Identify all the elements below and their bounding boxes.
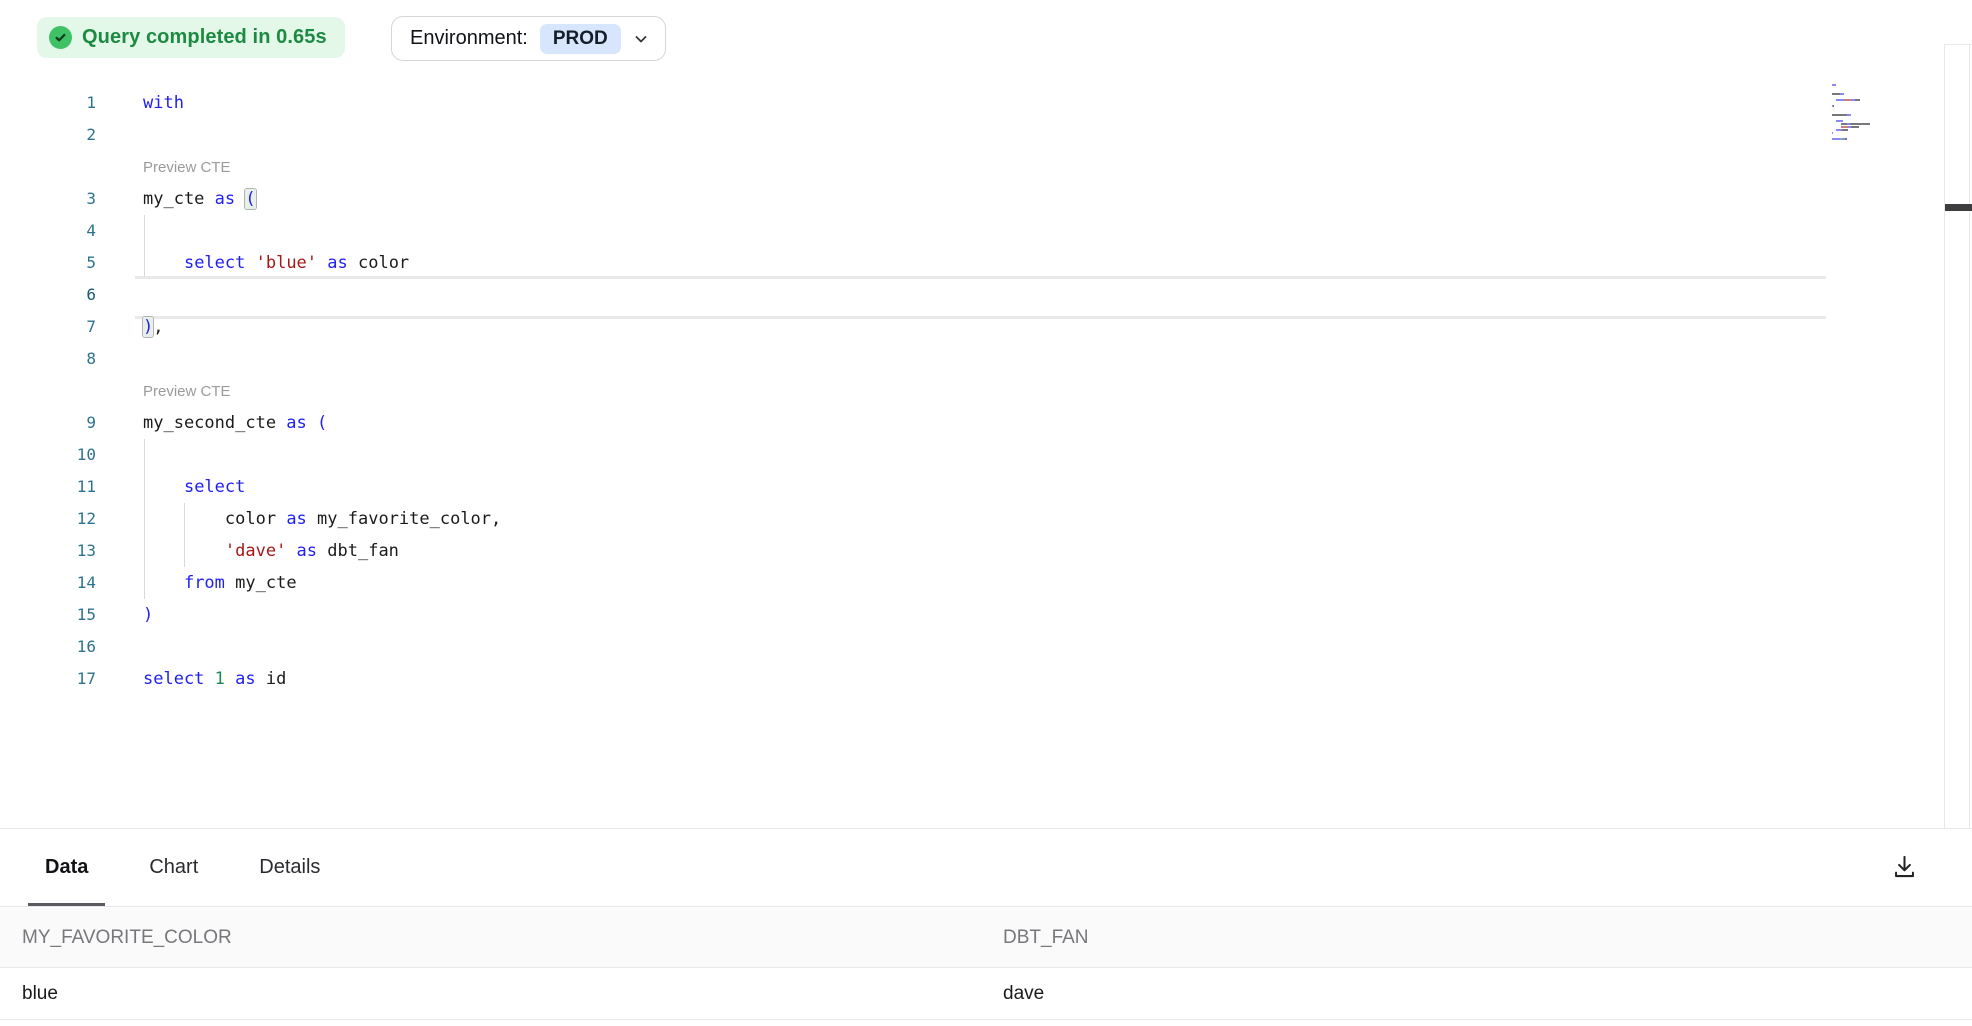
code-line[interactable]: 10 — [0, 439, 1972, 471]
code-text: from my_cte — [96, 567, 297, 599]
minimap-line — [1832, 96, 1880, 98]
code-line[interactable]: 2 — [0, 119, 1972, 151]
code-line[interactable]: 13 'dave' as dbt_fan — [0, 535, 1972, 567]
minimap-line — [1832, 87, 1880, 89]
line-number: 11 — [0, 471, 96, 503]
line-number: 16 — [0, 631, 96, 663]
scrollbar-corner — [1944, 44, 1972, 45]
line-number: 4 — [0, 215, 96, 247]
code-line[interactable]: 12 color as my_favorite_color, — [0, 503, 1972, 535]
indent-guide — [144, 439, 145, 599]
environment-value-badge: PROD — [540, 24, 621, 54]
editor-minimap[interactable] — [1832, 84, 1880, 141]
code-text: my_cte as ( — [96, 183, 256, 215]
scrollbar-thumb[interactable] — [1945, 204, 1972, 211]
results-table: MY_FAVORITE_COLORDBT_FANbluedave — [0, 908, 1972, 1020]
code-line[interactable]: 6 — [0, 279, 1972, 311]
line-number: 10 — [0, 439, 96, 471]
query-status-badge: Query completed in 0.65s — [37, 17, 345, 58]
line-number: 15 — [0, 599, 96, 631]
indent-guide — [144, 215, 145, 277]
code-line[interactable]: 17select 1 as id — [0, 663, 1972, 695]
minimap-line — [1832, 114, 1880, 116]
line-number: 3 — [0, 183, 96, 215]
line-number: 2 — [0, 119, 96, 151]
environment-selector[interactable]: Environment: PROD — [391, 16, 666, 61]
tab-chart[interactable]: Chart — [132, 829, 215, 906]
minimap-line — [1832, 132, 1880, 134]
column-header: MY_FAVORITE_COLOR — [0, 908, 981, 967]
minimap-line — [1832, 117, 1880, 119]
results-tabbar: Data Chart Details — [0, 829, 1972, 907]
minimap-line — [1832, 99, 1880, 101]
download-icon — [1891, 853, 1918, 880]
preview-cte-label[interactable]: Preview CTE — [96, 152, 231, 184]
line-number: 12 — [0, 503, 96, 535]
line-number: 5 — [0, 247, 96, 279]
line-number: 13 — [0, 535, 96, 567]
line-number: 17 — [0, 663, 96, 695]
code-line[interactable]: 4 — [0, 215, 1972, 247]
code-text: 'dave' as dbt_fan — [96, 535, 399, 567]
tab-details[interactable]: Details — [242, 829, 337, 906]
code-line[interactable]: 7), — [0, 311, 1972, 343]
minimap-line — [1832, 111, 1880, 113]
code-line[interactable]: 16 — [0, 631, 1972, 663]
table-cell: blue — [0, 968, 981, 1019]
code-text: ), — [96, 311, 164, 343]
table-header-row: MY_FAVORITE_COLORDBT_FAN — [0, 908, 1972, 968]
code-line[interactable]: 5 select 'blue' as color — [0, 247, 1972, 279]
chevron-down-icon — [633, 31, 649, 47]
code-text: my_second_cte as ( — [96, 407, 327, 439]
line-number: 7 — [0, 311, 96, 343]
line-number: 1 — [0, 87, 96, 119]
minimap-line — [1832, 123, 1880, 125]
code-text: select — [96, 471, 245, 503]
minimap-line — [1832, 135, 1880, 137]
indent-guide — [184, 503, 185, 567]
minimap-line — [1832, 129, 1880, 131]
minimap-line — [1832, 108, 1880, 110]
minimap-line — [1832, 90, 1880, 92]
line-number: 14 — [0, 567, 96, 599]
sql-ide-window: Query completed in 0.65s Environment: PR… — [0, 0, 1972, 1026]
code-line[interactable]: 15) — [0, 599, 1972, 631]
column-header: DBT_FAN — [981, 908, 1972, 967]
code-line[interactable]: 14 from my_cte — [0, 567, 1972, 599]
preview-cte-label[interactable]: Preview CTE — [96, 376, 231, 408]
code-line[interactable]: 8 — [0, 343, 1972, 375]
minimap-line — [1832, 138, 1880, 140]
tab-data[interactable]: Data — [28, 829, 105, 906]
check-circle-icon — [49, 26, 72, 49]
line-number: 9 — [0, 407, 96, 439]
preview-cte-label-row[interactable]: Preview CTE — [0, 375, 1972, 407]
line-number: 8 — [0, 343, 96, 375]
code-line[interactable]: 9my_second_cte as ( — [0, 407, 1972, 439]
minimap-line — [1832, 126, 1880, 128]
minimap-line — [1832, 120, 1880, 122]
table-row: bluedave — [0, 968, 1972, 1020]
minimap-line — [1832, 93, 1880, 95]
editor-right-border — [1969, 44, 1970, 828]
scrollbar-track — [1944, 44, 1945, 828]
minimap-line — [1832, 84, 1880, 86]
preview-cte-label-row[interactable]: Preview CTE — [0, 151, 1972, 183]
environment-label: Environment: — [410, 27, 528, 50]
code-text: ) — [96, 599, 153, 631]
code-text: with — [96, 87, 184, 119]
code-line[interactable]: 1with — [0, 87, 1972, 119]
line-number: 6 — [0, 279, 96, 311]
download-button[interactable] — [1884, 846, 1924, 886]
code-text: color as my_favorite_color, — [96, 503, 501, 535]
code-line[interactable]: 11 select — [0, 471, 1972, 503]
minimap-line — [1832, 105, 1880, 107]
query-status-text: Query completed in 0.65s — [82, 26, 327, 49]
code-text: select 'blue' as color — [96, 247, 409, 279]
sql-editor[interactable]: 1with2Preview CTE3my_cte as (45 select '… — [0, 87, 1972, 695]
code-text: select 1 as id — [96, 663, 286, 695]
table-cell: dave — [981, 968, 1972, 1019]
minimap-line — [1832, 102, 1880, 104]
code-line[interactable]: 3my_cte as ( — [0, 183, 1972, 215]
